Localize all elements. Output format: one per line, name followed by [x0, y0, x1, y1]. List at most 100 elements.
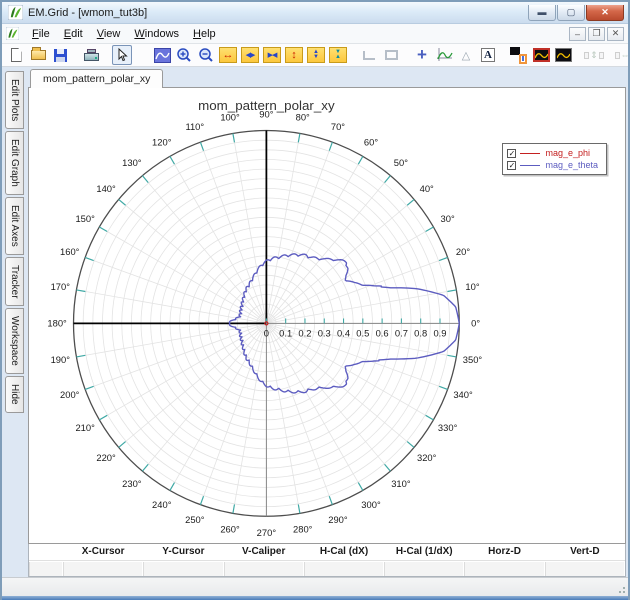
scroll-x-button[interactable]: ◀▶: [240, 45, 260, 65]
crosshair-tool-button[interactable]: +: [412, 45, 432, 65]
plot-style-button[interactable]: [553, 45, 573, 65]
tracker-cell: [63, 562, 144, 576]
minimize-button[interactable]: ▬: [528, 4, 556, 21]
menu-help[interactable]: Help: [186, 26, 223, 42]
radial-tick-label: 0.4: [337, 327, 350, 338]
compress-x-button[interactable]: ▶◀: [262, 45, 282, 65]
expand-x-button[interactable]: ↔: [218, 45, 238, 65]
scroll-y-button[interactable]: ▲ ▼: [306, 45, 326, 65]
tracker-value-row: [29, 561, 625, 576]
menu-edit[interactable]: Edit: [57, 26, 90, 42]
angle-tick: [99, 414, 108, 421]
tracker-header-horz-d: Horz-D: [488, 546, 521, 557]
zoom-out-button[interactable]: [196, 45, 216, 65]
open-button[interactable]: [28, 45, 48, 65]
sidebar-tab-workspace[interactable]: Workspace: [5, 308, 24, 375]
split-box-icon: [598, 51, 604, 59]
angle-label: 350°: [463, 354, 483, 365]
legend-item-mag-e-phi[interactable]: ✓ mag_e_phi: [507, 147, 598, 159]
menu-file[interactable]: File: [25, 26, 57, 42]
document-tab-bar: mom_pattern_polar_xy: [28, 67, 628, 88]
expand-x-icon: ↔: [219, 47, 237, 63]
corner-tool-button[interactable]: [359, 45, 379, 65]
axes-tracker-button[interactable]: [434, 45, 454, 65]
menu-view[interactable]: View: [90, 26, 128, 42]
status-bar: [2, 577, 628, 596]
print-button[interactable]: [81, 45, 101, 65]
rectangle-tool-button[interactable]: [381, 45, 401, 65]
radial-tick-label: 0.3: [318, 327, 331, 338]
angle-tick: [425, 414, 434, 421]
zoom-in-button[interactable]: [174, 45, 194, 65]
menu-windows[interactable]: Windows: [127, 26, 186, 42]
window-bottom-edge: [2, 596, 628, 600]
sidebar-tab-tracker[interactable]: Tracker: [5, 256, 24, 307]
angle-label: 250°: [185, 514, 205, 525]
pointer-tool-button[interactable]: [112, 45, 132, 65]
angle-tick: [232, 133, 236, 143]
radial-tick-label: 0.2: [298, 327, 311, 338]
mdi-restore-button[interactable]: ❐: [588, 26, 605, 41]
angle-tick: [328, 141, 333, 151]
tracker-cell: [464, 562, 545, 576]
tracker-header-vert-d: Vert-D: [570, 546, 600, 557]
document-tab-active[interactable]: mom_pattern_polar_xy: [30, 69, 164, 88]
sidebar-tab-edit-axes[interactable]: Edit Axes: [5, 197, 24, 255]
tracker-header-x-cursor: X-Cursor: [81, 546, 125, 557]
angle-label: 260°: [220, 524, 240, 535]
legend-checkbox-icon[interactable]: ✓: [507, 160, 517, 170]
tracker-header-lead: [29, 544, 63, 560]
tracker-cell: [544, 562, 625, 576]
sidebar-tab-hide[interactable]: Hide: [5, 376, 24, 413]
compress-x-icon: ▶◀: [263, 47, 281, 63]
content-column: mom_pattern_polar_xy 0 0.1 0.2 0.3 0.4 0.5 0.6…: [28, 67, 628, 577]
resize-grip[interactable]: [616, 584, 626, 594]
sidebar-tab-edit-graph[interactable]: Edit Graph: [5, 131, 24, 196]
text-tool-button[interactable]: A: [478, 45, 498, 65]
radial-tick-label: 0.1: [279, 327, 292, 338]
tracker-readout-table: X-Cursor Y-Cursor V-Caliper H-Cal (dX) H…: [28, 544, 626, 577]
mdi-minimize-button[interactable]: –: [569, 26, 586, 41]
maximize-button[interactable]: ▢: [557, 4, 585, 21]
plot-view-button[interactable]: [152, 45, 172, 65]
save-button[interactable]: [50, 45, 70, 65]
angle-tick: [447, 354, 457, 358]
corner-icon: [363, 50, 375, 60]
angle-tick: [406, 198, 415, 206]
tracker-cell: [384, 562, 465, 576]
compress-y-button[interactable]: ▼ ▲: [328, 45, 348, 65]
angle-label: 290°: [328, 514, 348, 525]
legend-item-mag-e-theta[interactable]: ✓ mag_e_theta: [507, 159, 598, 171]
expand-y-button[interactable]: ↕: [284, 45, 304, 65]
legend-line-sample: [520, 152, 541, 154]
tracker-header-row: X-Cursor Y-Cursor V-Caliper H-Cal (dX) H…: [29, 544, 625, 561]
legend[interactable]: ✓ mag_e_phi ✓ mag_e_theta: [502, 143, 607, 175]
axes-curve-icon: [436, 48, 453, 61]
close-button[interactable]: ✕: [586, 4, 624, 21]
tracker-cell: [303, 562, 385, 576]
tracker-header-v-caliper: V-Caliper: [242, 546, 286, 557]
angle-tick: [384, 463, 391, 472]
angle-tick: [84, 256, 94, 262]
plot-panel: 0 0.1 0.2 0.3 0.4 0.5 0.6 0.7 0.8 0.9 0° 10° 20° 30° 4…: [28, 87, 626, 544]
pointer-arrow-icon: [118, 48, 128, 62]
angle-tick: [438, 385, 448, 390]
subplot-tool-button[interactable]: [509, 45, 529, 65]
sidebar-tab-edit-plots[interactable]: Edit Plots: [5, 71, 24, 130]
dark-plot-red-frame-icon: [532, 48, 550, 62]
radial-tick-label: 0.7: [395, 327, 408, 338]
plot-style-active-button[interactable]: [531, 45, 551, 65]
legend-line-sample: [520, 164, 541, 166]
marker-tool-button[interactable]: △: [456, 45, 476, 65]
angle-tick: [118, 198, 126, 206]
angle-label: 80°: [296, 111, 310, 122]
radial-tick-label: 0.8: [414, 327, 427, 338]
angle-label: 60°: [364, 136, 378, 147]
split-vertical-button: ⇕: [584, 45, 604, 65]
mdi-close-button[interactable]: ✕: [607, 26, 624, 41]
legend-checkbox-icon[interactable]: ✓: [507, 148, 517, 158]
angle-label: 200°: [60, 389, 80, 400]
new-document-button[interactable]: [6, 45, 26, 65]
application-window: EM.Grid - [wmom_tut3b] ▬ ▢ ✕ File Edit V…: [0, 0, 630, 600]
angle-label: 150°: [75, 213, 95, 224]
